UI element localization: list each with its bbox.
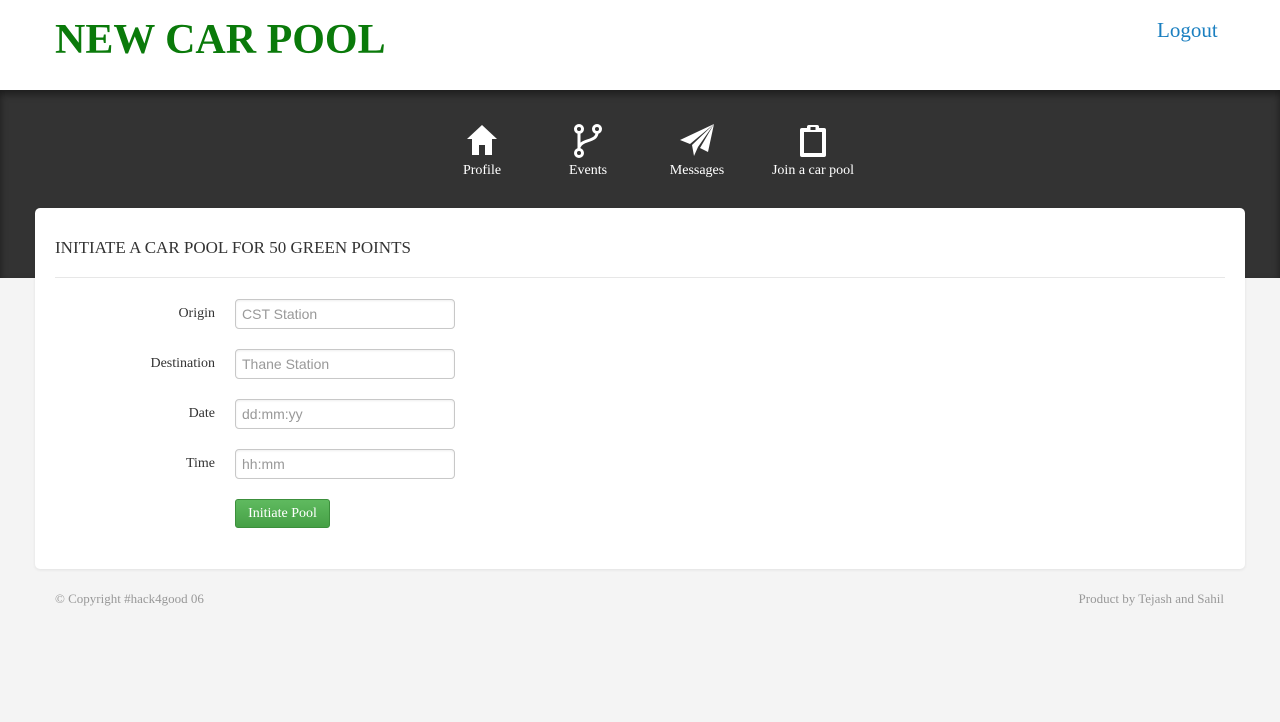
nav-item-events[interactable]: Events (568, 123, 608, 179)
origin-input[interactable] (235, 299, 455, 329)
paper-plane-icon (680, 124, 714, 156)
nav-item-label: Events (568, 163, 608, 178)
nav-item-join-car-pool[interactable]: Join a car pool (770, 123, 856, 179)
nav-item-messages[interactable]: Messages (668, 123, 726, 179)
site-header: NEW CAR POOL Logout (0, 0, 1280, 90)
date-input[interactable] (235, 399, 455, 429)
logout-link[interactable]: Logout (1157, 18, 1218, 42)
home-icon (467, 125, 497, 155)
initiate-pool-button[interactable]: Initiate Pool (235, 499, 330, 528)
destination-label: Destination (150, 356, 215, 371)
site-brand[interactable]: NEW CAR POOL (55, 17, 386, 63)
nav-item-label: Profile (462, 163, 502, 178)
nav-item-label: Join a car pool (771, 163, 855, 178)
footer-credit: Product by Tejash and Sahil (1078, 591, 1224, 606)
nav-item-label: Messages (669, 163, 725, 178)
clipboard-icon (800, 125, 826, 157)
origin-label: Origin (178, 306, 215, 321)
time-label: Time (185, 456, 215, 471)
fork-icon (574, 124, 602, 158)
time-input[interactable] (235, 449, 455, 479)
panel-divider (55, 277, 1225, 278)
date-label: Date (188, 406, 215, 421)
panel-title: INITIATE A CAR POOL FOR 50 GREEN POINTS (55, 238, 411, 257)
footer-copyright: © Copyright #hack4good 06 (55, 591, 204, 606)
nav-item-profile[interactable]: Profile (462, 123, 502, 179)
initiate-pool-panel: INITIATE A CAR POOL FOR 50 GREEN POINTS … (35, 208, 1245, 569)
destination-input[interactable] (235, 349, 455, 379)
